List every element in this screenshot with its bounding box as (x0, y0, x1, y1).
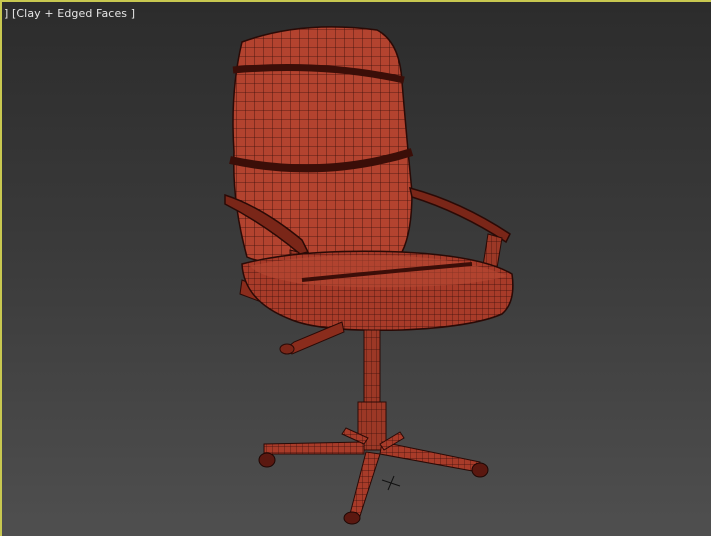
backrest (232, 26, 413, 265)
gas-lift-upper (363, 329, 381, 403)
pivot-gizmo-icon (381, 475, 401, 491)
right-armrest (408, 186, 511, 244)
base-leg-right (379, 441, 481, 473)
caster-left (258, 452, 276, 468)
viewport-perspective[interactable]: ] [Clay + Edged Faces ] (0, 0, 711, 536)
caster-front (343, 511, 361, 525)
base-leg-left (263, 441, 365, 455)
chair-model[interactable] (2, 2, 711, 536)
lever-knob (279, 343, 295, 355)
caster-right (471, 462, 489, 478)
base-leg-front (349, 451, 381, 517)
